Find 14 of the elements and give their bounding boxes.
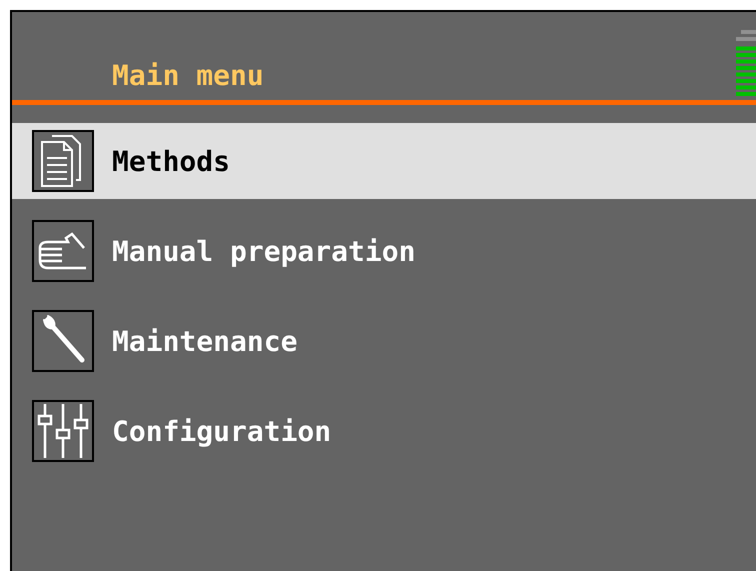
sliders-icon — [32, 400, 94, 462]
menu-label: Methods — [112, 144, 230, 178]
documents-icon — [32, 130, 94, 192]
menu-item[interactable]: Configuration — [12, 393, 756, 469]
screen-title: Main menu — [112, 60, 264, 92]
menu-item[interactable]: Manual preparation — [12, 213, 756, 289]
hand-icon — [32, 220, 94, 282]
level-meter-icon — [736, 30, 756, 96]
menu-item[interactable]: Maintenance — [12, 303, 756, 379]
menu-item[interactable]: Methods — [12, 123, 756, 199]
menu-label: Configuration — [112, 414, 332, 448]
wrench-icon — [32, 310, 94, 372]
menu-label: Maintenance — [112, 324, 298, 358]
menu-label: Manual preparation — [112, 234, 416, 268]
